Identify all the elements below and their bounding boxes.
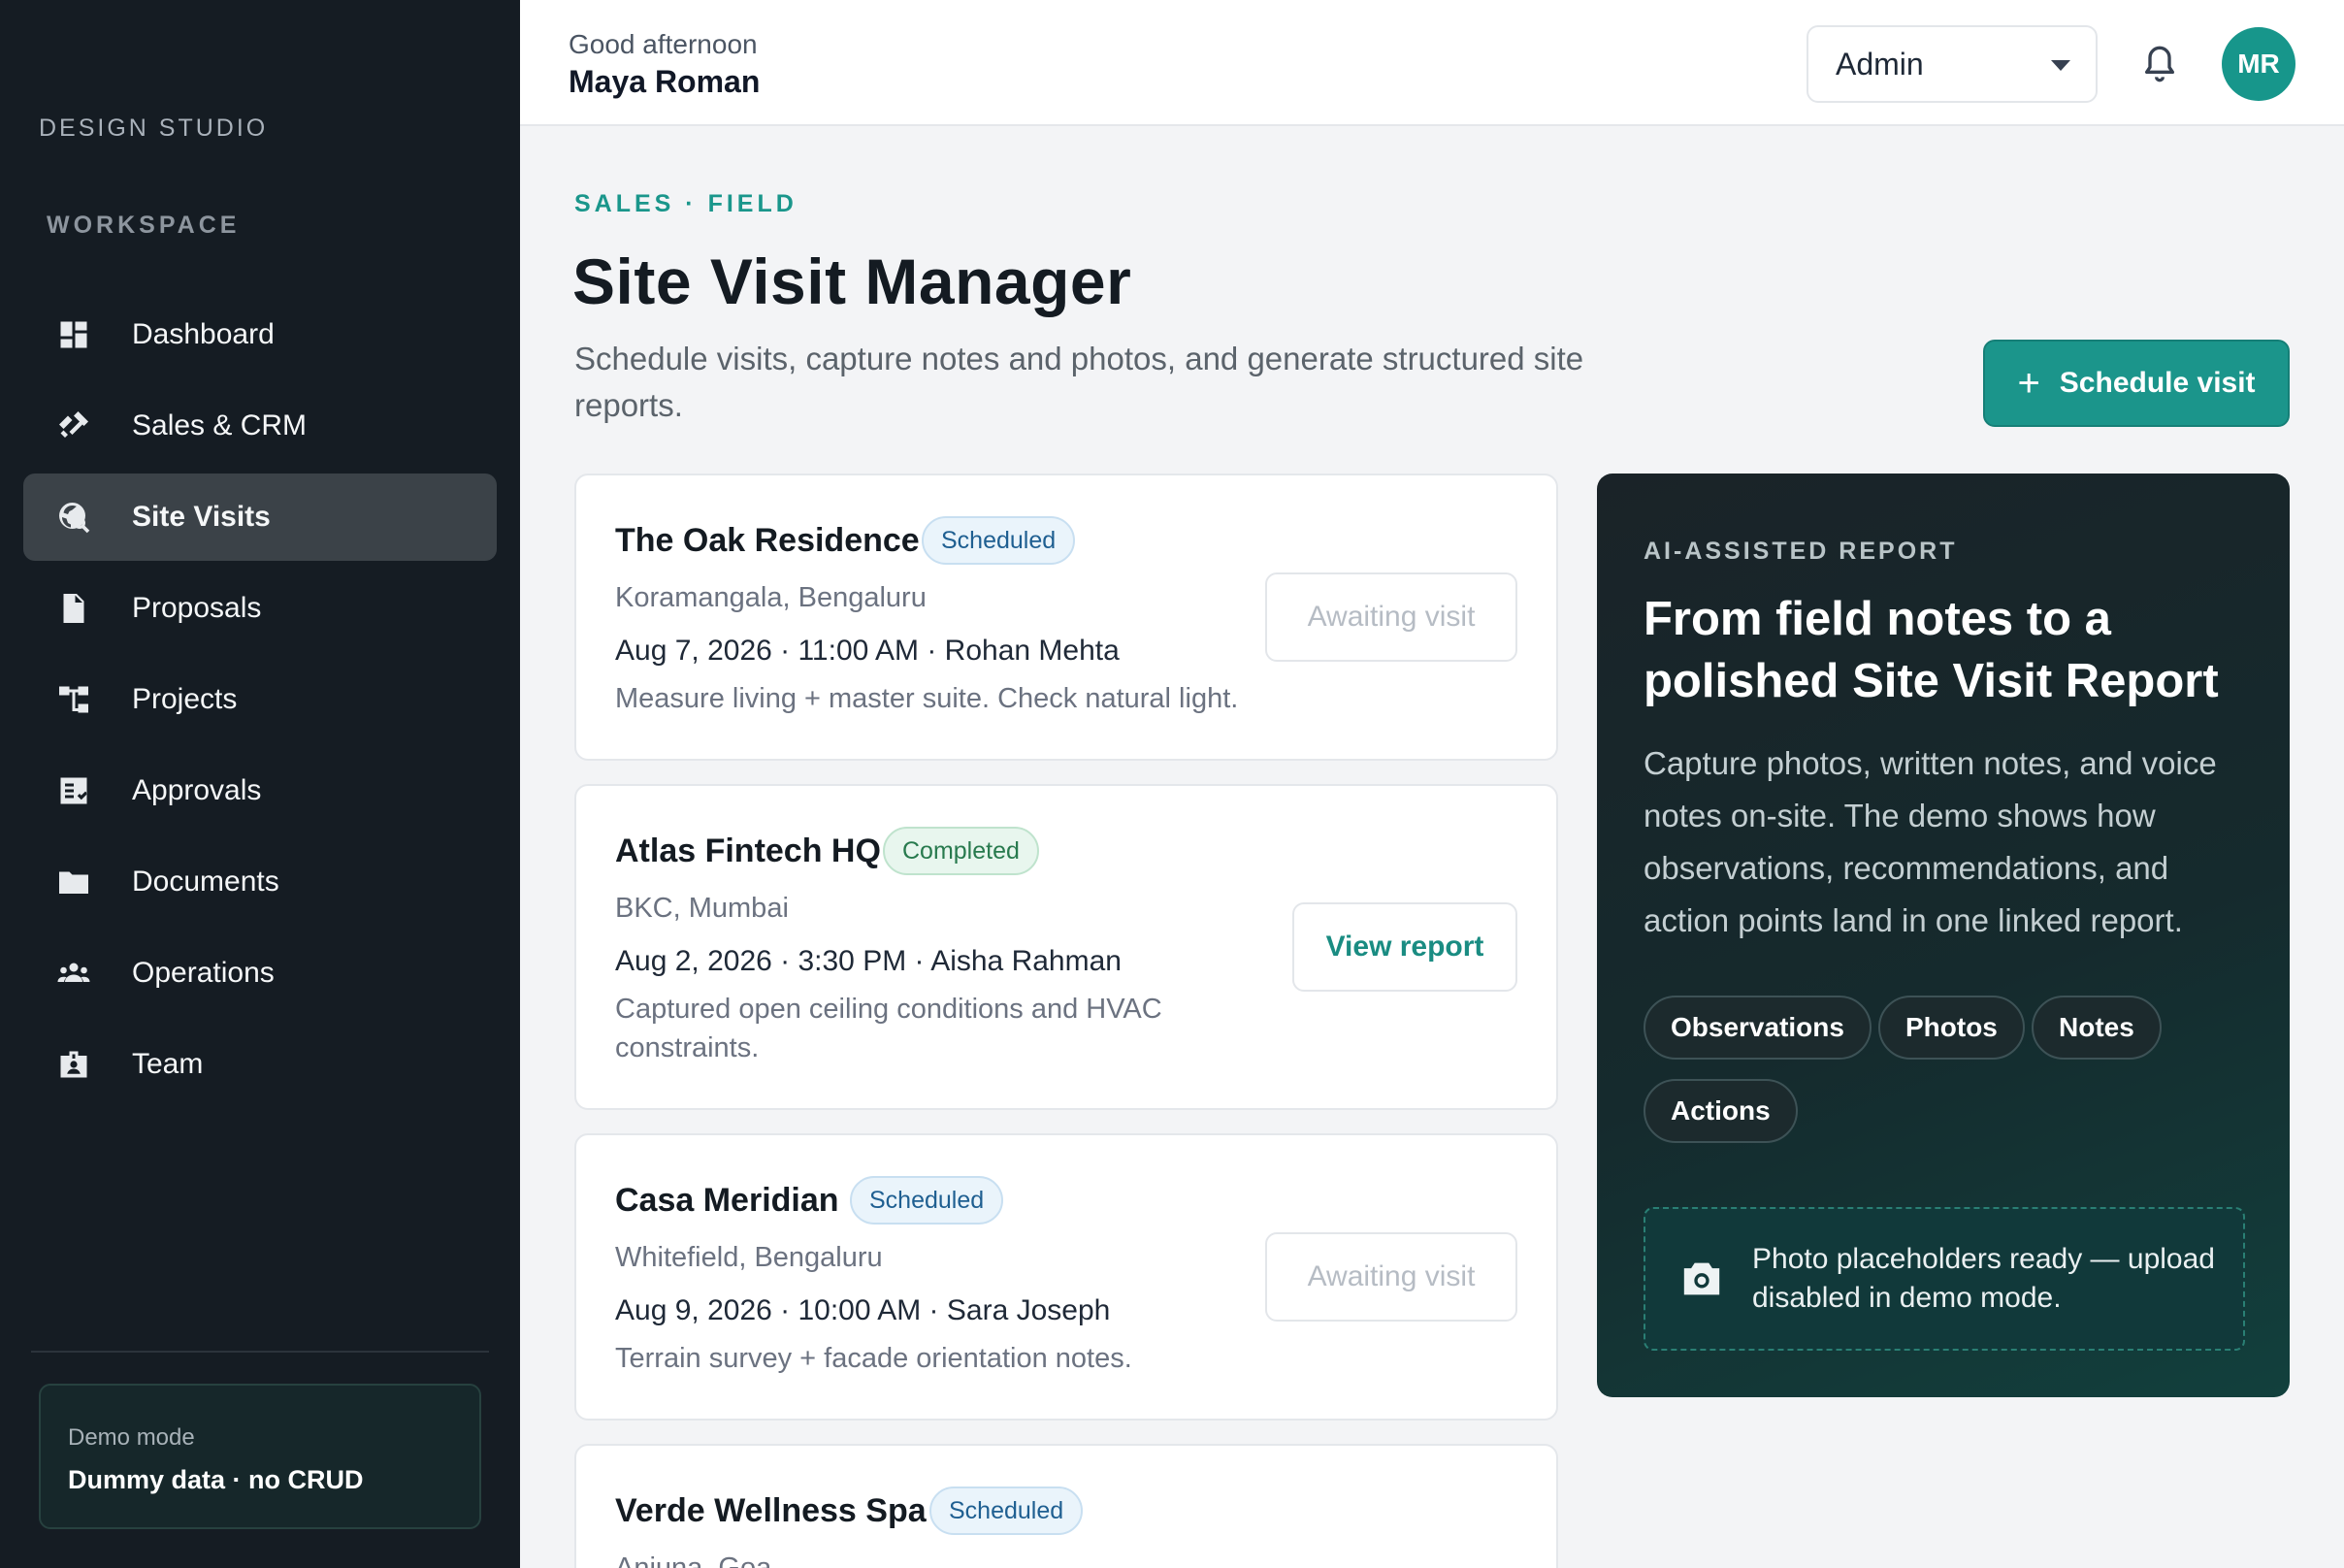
top-header: Good afternoon Maya Roman Admin MR — [520, 0, 2344, 126]
folder-icon — [54, 863, 93, 901]
sidebar-divider — [31, 1351, 489, 1353]
awaiting-visit-button: Awaiting visit — [1265, 1232, 1517, 1322]
handshake-icon — [54, 407, 93, 445]
photo-upload-note: Photo placeholders ready — upload disabl… — [1644, 1207, 2245, 1351]
chip-observations[interactable]: Observations — [1644, 996, 1872, 1060]
greeting: Good afternoon — [569, 29, 758, 59]
workspace-label: WORKSPACE — [47, 212, 241, 239]
role-select[interactable]: Admin — [1807, 25, 2098, 103]
page-eyebrow: SALES · FIELD — [574, 190, 798, 217]
visit-card[interactable]: Atlas Fintech HQ Completed BKC, Mumbai A… — [574, 784, 1558, 1110]
demo-mode-description: Dummy data · no CRUD — [68, 1465, 364, 1494]
plus-icon: + — [2017, 361, 2040, 405]
awaiting-visit-button: Awaiting visit — [1265, 572, 1517, 662]
status-badge: Scheduled — [850, 1176, 1004, 1225]
chip-notes[interactable]: Notes — [2032, 996, 2162, 1060]
visit-name: Casa Meridian — [615, 1182, 839, 1219]
sidebar-item-label: Dashboard — [132, 318, 275, 350]
visit-note: Terrain survey + facade orientation note… — [615, 1343, 1132, 1374]
sidebar-item-documents[interactable]: Documents — [23, 838, 497, 926]
report-title: From field notes to a polished Site Visi… — [1644, 593, 2219, 707]
sidebar-item-team[interactable]: Team — [23, 1021, 497, 1108]
visit-meta: Aug 2, 2026 · 3:30 PM · Aisha Rahman — [615, 945, 1122, 977]
sidebar: DESIGN STUDIO WORKSPACE Dashboard Sales … — [0, 0, 520, 1568]
sidebar-item-approvals[interactable]: Approvals — [23, 747, 497, 834]
chevron-down-icon — [2051, 60, 2070, 71]
user-name: Maya Roman — [569, 64, 761, 99]
sidebar-item-operations[interactable]: Operations — [23, 930, 497, 1017]
page-subtitle: Schedule visits, capture notes and photo… — [574, 341, 1584, 423]
ai-report-panel: AI-ASSISTED REPORT From field notes to a… — [1597, 474, 2290, 1397]
visit-name: Atlas Fintech HQ — [615, 833, 881, 869]
avatar[interactable]: MR — [2222, 27, 2295, 101]
sidebar-item-site-visits[interactable]: Site Visits — [23, 474, 497, 561]
sidebar-item-label: Sales & CRM — [132, 409, 308, 441]
page-title: Site Visit Manager — [572, 245, 1132, 317]
demo-mode-label: Demo mode — [68, 1424, 195, 1451]
status-badge: Scheduled — [922, 516, 1076, 565]
schedule-visit-button[interactable]: + Schedule visit — [1983, 340, 2290, 427]
visit-note: Captured open ceiling conditions and HVA… — [615, 994, 1162, 1063]
status-badge: Scheduled — [929, 1486, 1084, 1535]
role-value: Admin — [1836, 46, 1924, 82]
sidebar-item-label: Documents — [132, 866, 279, 898]
view-report-button[interactable]: View report — [1292, 902, 1517, 992]
visit-card[interactable]: Casa Meridian Scheduled Whitefield, Beng… — [574, 1133, 1558, 1421]
group-icon — [54, 954, 93, 993]
report-description: Capture photos, written notes, and voice… — [1644, 745, 2217, 938]
visit-note: Measure living + master suite. Check nat… — [615, 683, 1239, 714]
sidebar-item-label: Projects — [132, 683, 238, 715]
upload-note-text: Photo placeholders ready — upload disabl… — [1752, 1243, 2215, 1314]
demo-mode-card: Demo mode Dummy data · no CRUD — [39, 1384, 481, 1529]
badge-icon — [54, 1045, 93, 1084]
map-search-icon — [54, 498, 93, 537]
bell-icon[interactable] — [2140, 43, 2179, 85]
sidebar-item-label: Operations — [132, 957, 275, 989]
sidebar-item-label: Team — [132, 1048, 204, 1080]
chip-photos[interactable]: Photos — [1878, 996, 2025, 1060]
sidebar-item-projects[interactable]: Projects — [23, 656, 497, 743]
sidebar-item-proposals[interactable]: Proposals — [23, 565, 497, 652]
visit-location: Whitefield, Bengaluru — [615, 1242, 883, 1273]
visit-name: The Oak Residence — [615, 522, 920, 559]
project-tree-icon — [54, 680, 93, 719]
visit-name: Verde Wellness Spa — [615, 1492, 927, 1529]
document-icon — [54, 589, 93, 628]
status-badge: Completed — [883, 827, 1039, 875]
schedule-visit-label: Schedule visit — [2059, 367, 2256, 399]
sidebar-nav: Dashboard Sales & CRM Site Visits Propos… — [23, 291, 497, 1112]
camera-icon — [1683, 1262, 1720, 1295]
visit-meta: Aug 9, 2026 · 10:00 AM · Sara Joseph — [615, 1294, 1111, 1326]
chip-actions[interactable]: Actions — [1644, 1079, 1798, 1143]
visit-card[interactable]: Verde Wellness Spa Scheduled Anjuna, Goa — [574, 1444, 1558, 1568]
sidebar-item-label: Site Visits — [132, 501, 271, 533]
visit-location: Anjuna, Goa — [615, 1552, 772, 1568]
visit-location: BKC, Mumbai — [615, 893, 789, 924]
sidebar-item-dashboard[interactable]: Dashboard — [23, 291, 497, 378]
visit-card[interactable]: The Oak Residence Scheduled Koramangala,… — [574, 474, 1558, 761]
dashboard-icon — [54, 315, 93, 354]
report-eyebrow: AI-ASSISTED REPORT — [1644, 538, 1958, 565]
sidebar-item-sales-crm[interactable]: Sales & CRM — [23, 382, 497, 470]
sidebar-item-label: Proposals — [132, 592, 262, 624]
visit-meta: Aug 7, 2026 · 11:00 AM · Rohan Mehta — [615, 635, 1120, 667]
approval-icon — [54, 771, 93, 810]
visit-location: Koramangala, Bengaluru — [615, 582, 927, 613]
sidebar-item-label: Approvals — [132, 774, 262, 806]
brand-name: DESIGN STUDIO — [39, 114, 269, 142]
